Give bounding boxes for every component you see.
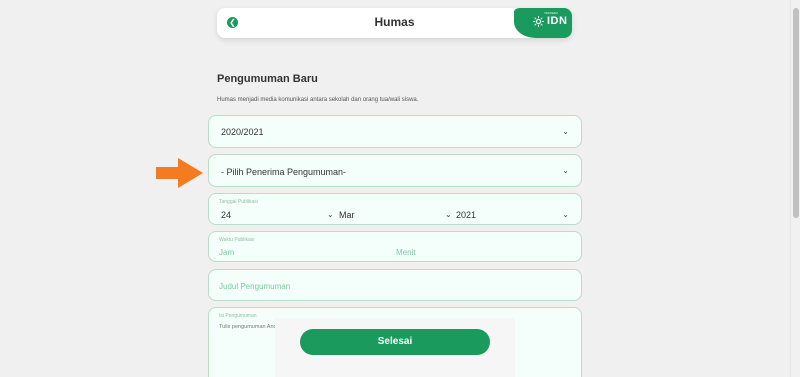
publish-date-field: Tanggal Publikasi 24 ⌄ Mar ⌄ 2021 ⌄ [208, 193, 582, 225]
chevron-down-icon: ⌄ [562, 127, 569, 136]
sun-icon [533, 16, 544, 27]
chevron-down-icon: ⌄ [562, 166, 569, 175]
scrollbar[interactable] [790, 0, 800, 377]
logo-text: IDN [547, 15, 568, 27]
minute-input[interactable]: Menit [396, 248, 416, 257]
recipient-select[interactable]: - Pilih Penerima Pengumuman- ⌄ [208, 154, 582, 187]
publish-date-label: Tanggal Publikasi [219, 199, 258, 205]
orange-arrow-icon [156, 158, 203, 188]
announcement-content-label: Isi Pengumuman [219, 313, 257, 319]
done-button[interactable]: Selesai [300, 329, 490, 355]
publish-time-field: Waktu Publikasi Jam Menit [208, 231, 582, 262]
chevron-down-icon: ⌄ [445, 210, 452, 219]
chevron-down-icon: ⌄ [327, 210, 334, 219]
page-description: Humas menjadi media komunikasi antara se… [217, 97, 419, 103]
app-header: ❮ Humas YAYASAN IDN [217, 8, 572, 38]
scrollbar-thumb[interactable] [793, 8, 799, 218]
hour-input[interactable]: Jam [219, 248, 234, 257]
idn-logo: YAYASAN IDN [514, 8, 572, 38]
day-select[interactable]: 24 [221, 210, 231, 220]
chevron-down-icon: ⌄ [562, 210, 569, 219]
announcement-title-input[interactable]: Judul Pengumuman [208, 269, 582, 301]
year-select[interactable]: 2021 [456, 210, 476, 220]
publish-time-label: Waktu Publikasi [219, 237, 255, 243]
academic-year-select[interactable]: 2020/2021 ⌄ [208, 115, 582, 148]
announcement-title-placeholder: Judul Pengumuman [219, 282, 291, 291]
recipient-value: - Pilih Penerima Pengumuman- [221, 167, 347, 177]
page-title: Pengumuman Baru [217, 73, 318, 85]
academic-year-value: 2020/2021 [221, 127, 264, 137]
month-select[interactable]: Mar [339, 210, 355, 220]
